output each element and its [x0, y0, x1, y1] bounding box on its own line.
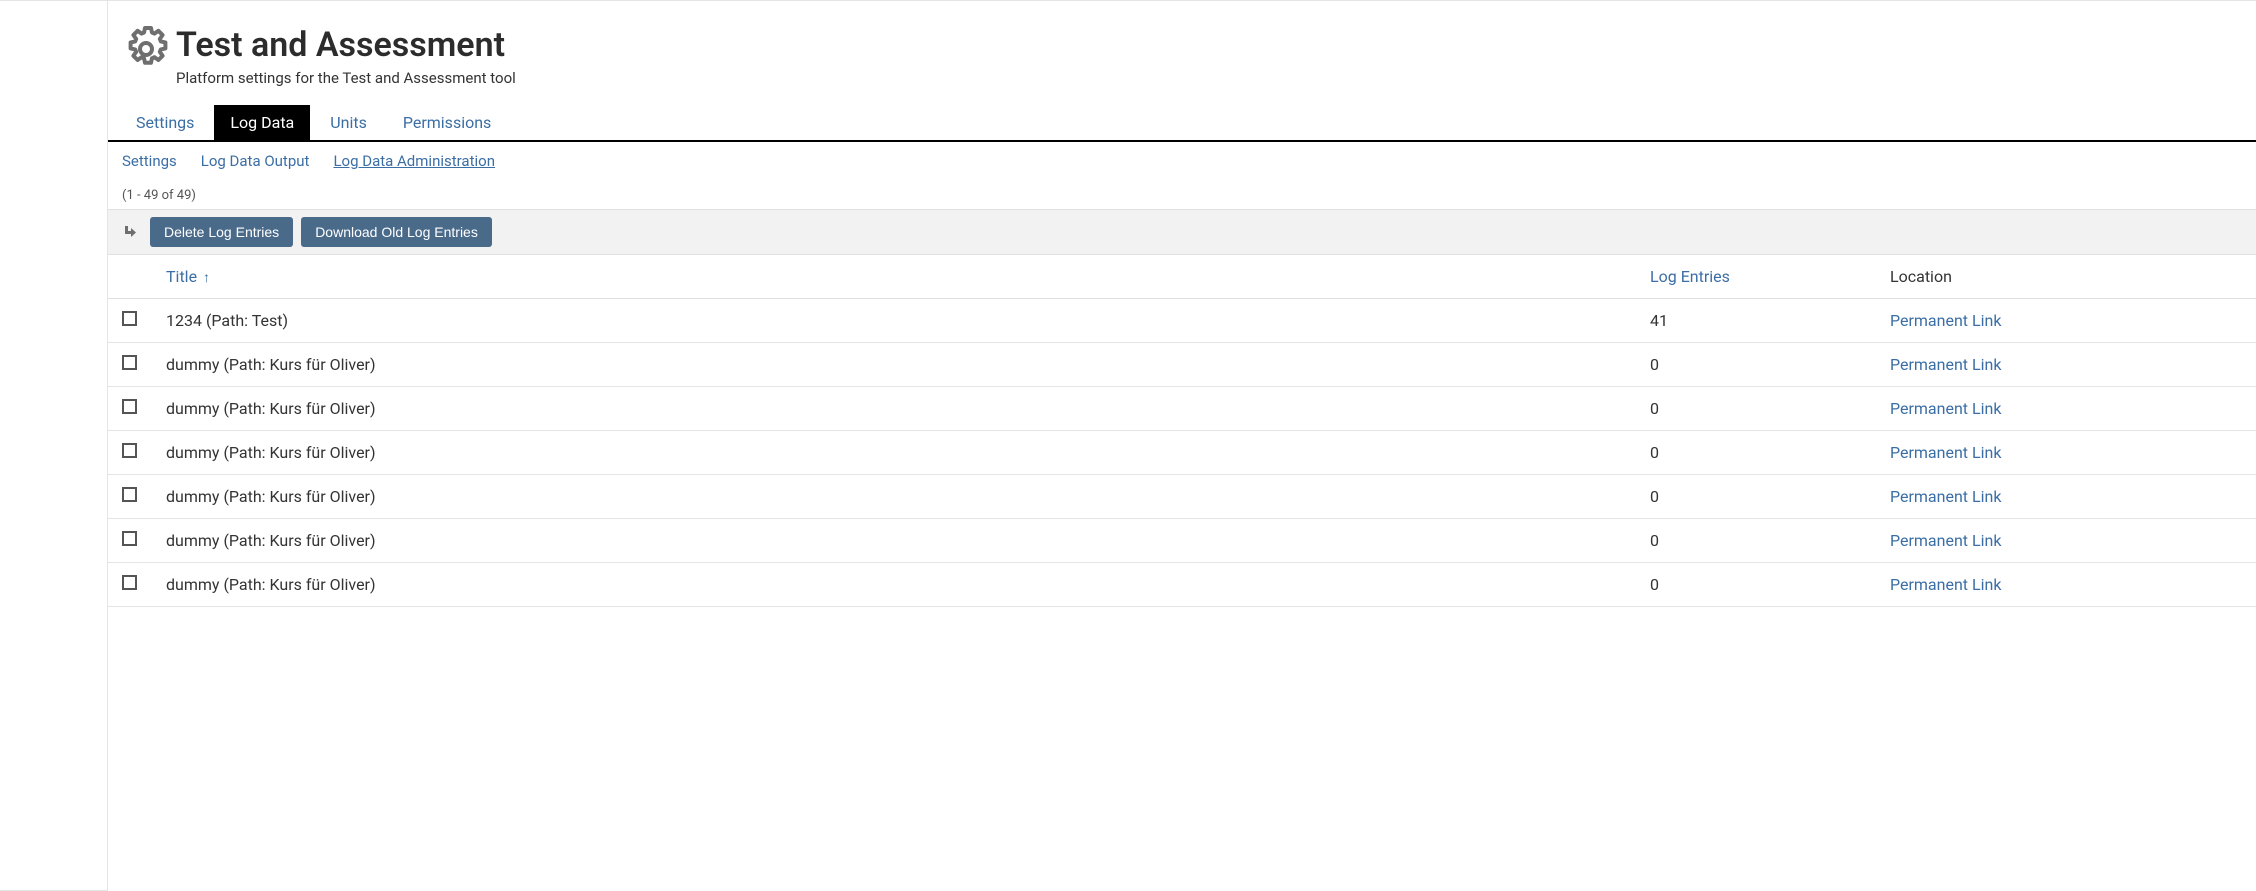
download-old-log-entries-button[interactable]: Download Old Log Entries [301, 217, 492, 247]
row-log-entries: 41 [1636, 299, 1876, 343]
permanent-link[interactable]: Permanent Link [1890, 575, 2001, 594]
row-checkbox[interactable] [122, 487, 137, 502]
row-checkbox[interactable] [122, 531, 137, 546]
column-header-log-entries[interactable]: Log Entries [1636, 255, 1876, 299]
row-title: dummy (Path: Kurs für Oliver) [152, 563, 1636, 607]
log-data-table: Title ↑ Log Entries Location 1234 (Path:… [108, 255, 2256, 607]
permanent-link[interactable]: Permanent Link [1890, 531, 2001, 550]
page-subtitle: Platform settings for the Test and Asses… [176, 69, 516, 87]
result-count: (1 - 49 of 49) [108, 180, 2256, 209]
column-header-select [108, 255, 152, 299]
column-header-title-label: Title [166, 267, 197, 286]
sidebar-spacer [0, 0, 108, 891]
row-log-entries: 0 [1636, 475, 1876, 519]
permanent-link[interactable]: Permanent Link [1890, 355, 2001, 374]
primary-tabs: Settings Log Data Units Permissions [108, 105, 2256, 142]
table-row: dummy (Path: Kurs für Oliver)0 Permanent … [108, 563, 2256, 607]
secondary-tabs: Settings Log Data Output Log Data Admini… [108, 142, 2256, 180]
column-header-title[interactable]: Title ↑ [152, 255, 1636, 299]
table-row: 1234 (Path: Test)41 Permanent Link [108, 299, 2256, 343]
sort-ascending-icon: ↑ [203, 270, 210, 286]
assessment-icon [122, 25, 170, 73]
tab-permissions[interactable]: Permissions [387, 105, 507, 140]
table-row: dummy (Path: Kurs für Oliver)0 Permanent … [108, 387, 2256, 431]
column-header-location: Location [1876, 255, 2256, 299]
permanent-link[interactable]: Permanent Link [1890, 311, 2001, 330]
table-row: dummy (Path: Kurs für Oliver)0 Permanent … [108, 343, 2256, 387]
row-log-entries: 0 [1636, 563, 1876, 607]
row-log-entries: 0 [1636, 387, 1876, 431]
table-row: dummy (Path: Kurs für Oliver)0 Permanent … [108, 475, 2256, 519]
row-checkbox[interactable] [122, 443, 137, 458]
page-title: Test and Assessment [176, 25, 516, 65]
row-log-entries: 0 [1636, 431, 1876, 475]
row-checkbox[interactable] [122, 311, 137, 326]
row-title: dummy (Path: Kurs für Oliver) [152, 519, 1636, 563]
row-title: dummy (Path: Kurs für Oliver) [152, 475, 1636, 519]
row-title: dummy (Path: Kurs für Oliver) [152, 343, 1636, 387]
subtab-log-data-administration[interactable]: Log Data Administration [333, 152, 495, 170]
row-log-entries: 0 [1636, 343, 1876, 387]
table-row: dummy (Path: Kurs für Oliver)0 Permanent … [108, 519, 2256, 563]
delete-log-entries-button[interactable]: Delete Log Entries [150, 217, 293, 247]
row-title: 1234 (Path: Test) [152, 299, 1636, 343]
row-checkbox[interactable] [122, 575, 137, 590]
tab-log-data[interactable]: Log Data [214, 105, 310, 140]
tab-settings[interactable]: Settings [120, 105, 210, 140]
permanent-link[interactable]: Permanent Link [1890, 443, 2001, 462]
permanent-link[interactable]: Permanent Link [1890, 487, 2001, 506]
action-toolbar: Delete Log Entries Download Old Log Entr… [108, 209, 2256, 255]
table-row: dummy (Path: Kurs für Oliver)0 Permanent … [108, 431, 2256, 475]
row-checkbox[interactable] [122, 399, 137, 414]
subtab-settings[interactable]: Settings [122, 152, 177, 170]
row-checkbox[interactable] [122, 355, 137, 370]
permanent-link[interactable]: Permanent Link [1890, 399, 2001, 418]
row-title: dummy (Path: Kurs für Oliver) [152, 387, 1636, 431]
action-arrow-icon [122, 224, 138, 240]
subtab-log-data-output[interactable]: Log Data Output [201, 152, 310, 170]
tab-units[interactable]: Units [314, 105, 383, 140]
row-log-entries: 0 [1636, 519, 1876, 563]
row-title: dummy (Path: Kurs für Oliver) [152, 431, 1636, 475]
